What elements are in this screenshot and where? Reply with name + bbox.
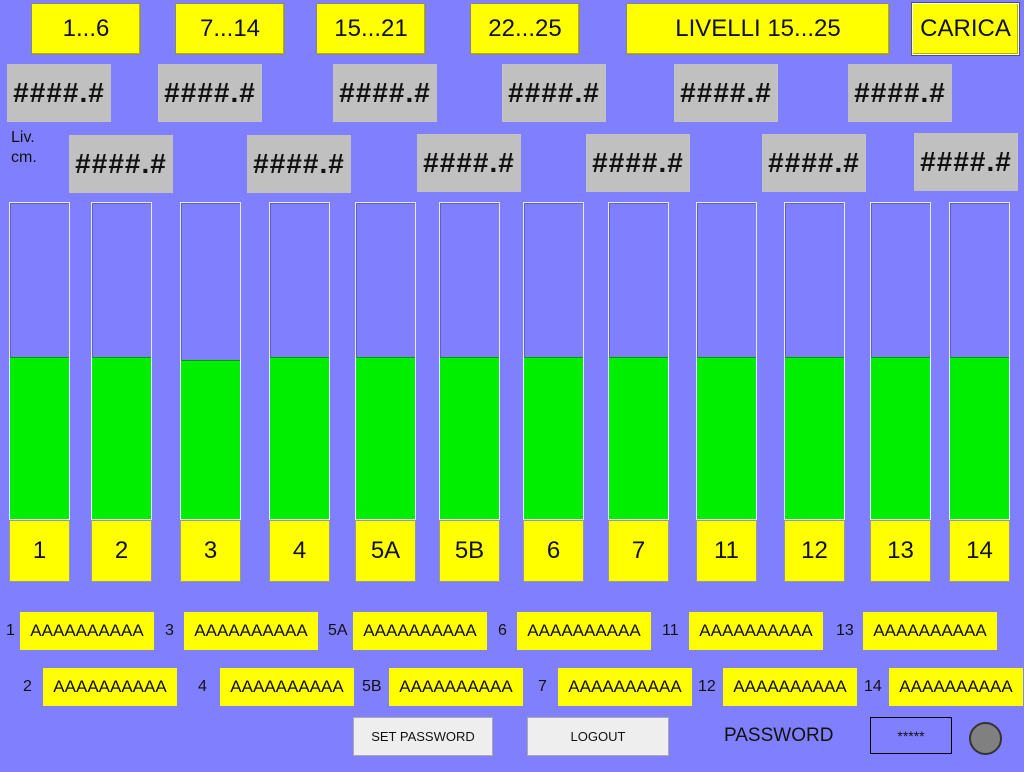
tank-label-button[interactable]: 14 [949,520,1010,582]
value-display: ####.# [333,64,437,122]
tank-status-field: AAAAAAAAAA [723,668,857,706]
value-display: ####.# [502,64,606,122]
tank-row-label: 14 [864,678,882,695]
tank-gauge [870,202,931,520]
tank-gauge [949,202,1010,520]
nav-button-22-25[interactable]: 22...25 [470,3,580,55]
tank-row-label: 12 [698,678,716,695]
password-label: PASSWORD [724,725,834,746]
tank-gauge [269,202,330,520]
tank-level-fill [524,356,583,519]
tank-status-field: AAAAAAAAAA [43,668,177,706]
tank-status-field: AAAAAAAAAA [863,612,997,650]
tank-label-button[interactable]: 6 [523,520,584,582]
nav-button-7-14[interactable]: 7...14 [175,3,285,55]
tank-label-button[interactable]: 5A [355,520,416,582]
tank-level-fill [181,360,240,519]
tank-level-fill [785,356,844,519]
tank-row-label: 1 [6,622,15,639]
value-display: ####.# [762,134,866,192]
tank-label-button[interactable]: 3 [180,520,241,582]
nav-button-15-21[interactable]: 15...21 [316,3,426,55]
tank-status-field: AAAAAAAAAA [689,612,823,650]
tank-label-button[interactable]: 2 [91,520,152,582]
tank-status-field: AAAAAAAAAA [389,668,523,706]
tank-level-fill [697,356,756,519]
tank-status-field: AAAAAAAAAA [517,612,651,650]
load-button[interactable]: CARICA [911,2,1020,56]
value-display: ####.# [7,64,111,122]
tank-row-label: 4 [198,678,207,695]
value-display: ####.# [848,64,952,122]
value-display: ####.# [247,135,351,193]
tank-status-field: AAAAAAAAAA [20,612,154,650]
tank-status-field: AAAAAAAAAA [558,668,692,706]
tank-row-label: 5B [362,678,382,695]
tank-status-field: AAAAAAAAAA [889,668,1023,706]
tank-label-button[interactable]: 11 [696,520,757,582]
nav-button-1-6[interactable]: 1...6 [31,3,141,55]
tank-label-button[interactable]: 7 [608,520,669,582]
tank-gauge [608,202,669,520]
tank-status-field: AAAAAAAAAA [184,612,318,650]
tank-level-fill [92,356,151,519]
tank-label-button[interactable]: 5B [439,520,500,582]
tank-gauge [696,202,757,520]
set-password-button[interactable]: SET PASSWORD [353,717,493,756]
value-display: ####.# [158,64,262,122]
tank-gauge [439,202,500,520]
tank-label-button[interactable]: 1 [9,520,70,582]
tank-gauge [9,202,70,520]
tank-level-fill [440,356,499,519]
tank-status-field: AAAAAAAAAA [220,668,354,706]
value-display: ####.# [69,135,173,193]
tank-level-fill [10,356,69,519]
tank-label-button[interactable]: 12 [784,520,845,582]
tank-gauge [180,202,241,520]
tank-gauge [91,202,152,520]
tank-level-fill [871,356,930,519]
tank-level-fill [950,356,1009,519]
value-display: ####.# [674,64,778,122]
value-display: ####.# [914,133,1018,191]
tank-gauge [523,202,584,520]
tank-level-fill [270,356,329,519]
levels-15-25-button[interactable]: LIVELLI 15...25 [626,3,890,55]
tank-row-label: 13 [836,622,854,639]
tank-row-label: 3 [165,622,174,639]
tank-gauge [355,202,416,520]
level-unit-label: Liv. cm. [11,129,37,166]
tank-status-field: AAAAAAAAAA [353,612,487,650]
tank-row-label: 11 [662,622,679,639]
value-display: ####.# [586,134,690,192]
tank-row-label: 2 [23,678,32,695]
password-field[interactable]: ***** [870,717,952,754]
status-indicator-icon [969,722,1002,755]
tank-label-button[interactable]: 13 [870,520,931,582]
value-display: ####.# [417,134,521,192]
tank-row-label: 7 [538,678,547,695]
tank-gauge [784,202,845,520]
tank-level-fill [609,356,668,519]
tank-label-button[interactable]: 4 [269,520,330,582]
tank-row-label: 5A [328,622,348,639]
tank-row-label: 6 [498,622,507,639]
tank-level-fill [356,356,415,519]
logout-button[interactable]: LOGOUT [527,717,669,756]
